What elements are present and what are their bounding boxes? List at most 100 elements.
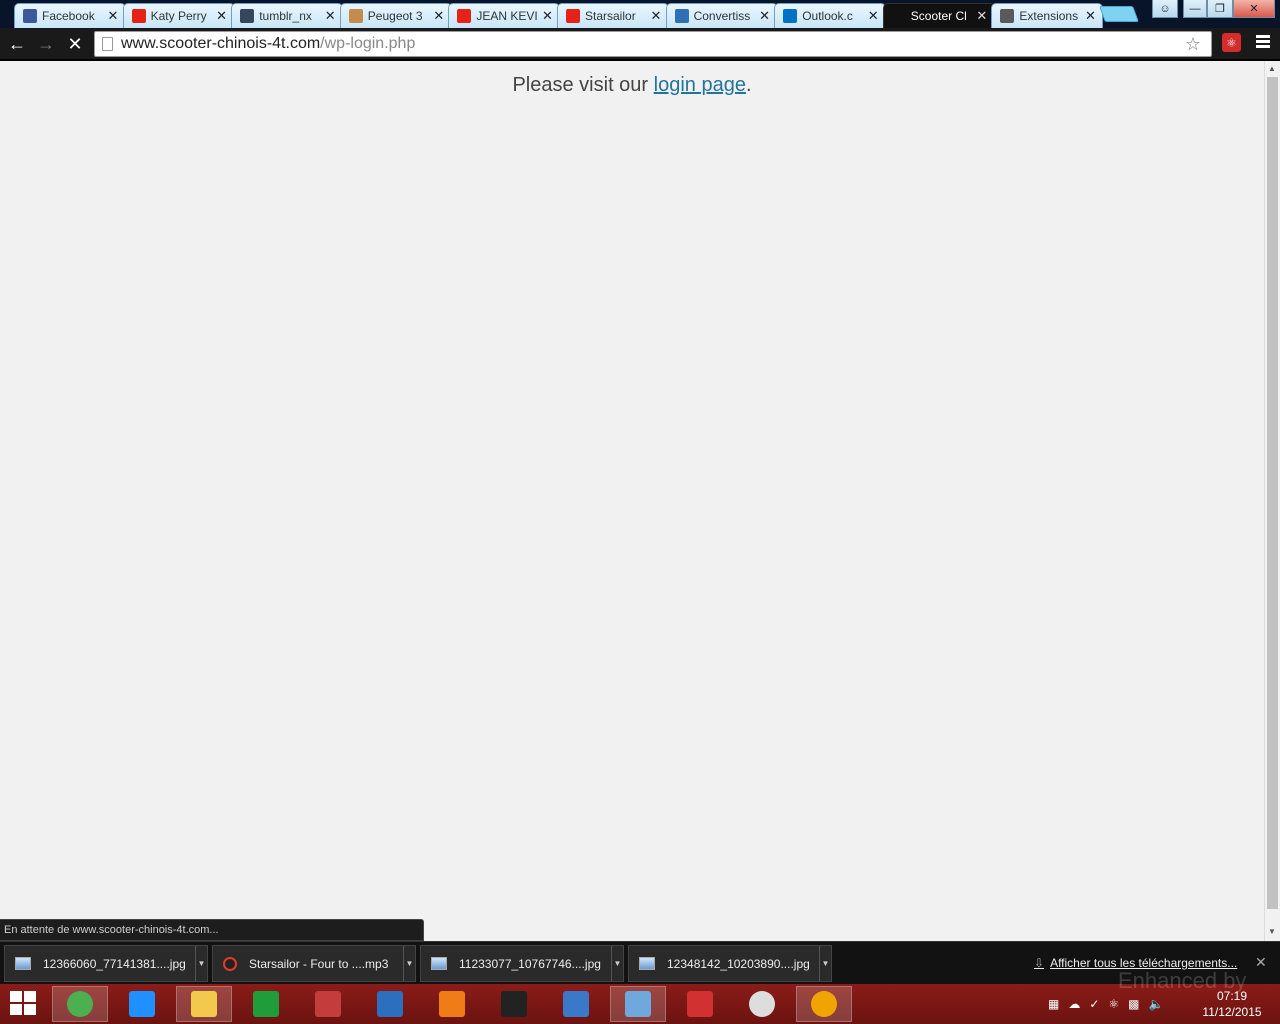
- download-filename: Starsailor - Four to ....mp3: [249, 956, 389, 971]
- tab-8[interactable]: Scooter Cl ✕: [882, 3, 995, 28]
- taskbar-app-8[interactable]: [548, 986, 604, 1022]
- download-item[interactable]: 12348142_10203890....jpg ▼: [628, 945, 832, 982]
- tab-0[interactable]: Facebook ✕: [14, 3, 126, 28]
- tab-2[interactable]: tumblr_nx ✕: [231, 3, 344, 28]
- acrobat-tray-icon[interactable]: ⚛: [1108, 997, 1119, 1011]
- tab-title: Convertiss: [693, 9, 751, 23]
- page-content: Please visit our login page.: [0, 61, 1264, 941]
- volume-icon[interactable]: 🔈: [1149, 997, 1164, 1011]
- download-menu-arrow-icon[interactable]: ▼: [819, 946, 831, 981]
- loading-icon: [891, 9, 906, 23]
- network-icon[interactable]: ▩: [1128, 997, 1139, 1011]
- back-button[interactable]: ←: [5, 32, 29, 56]
- tab-7[interactable]: Outlook.c ✕: [774, 3, 887, 28]
- taskbar-app-7[interactable]: [486, 986, 542, 1022]
- tab-close-icon[interactable]: ✕: [216, 8, 228, 24]
- taskbar-app-1[interactable]: [114, 986, 170, 1022]
- tab-close-icon[interactable]: ✕: [867, 8, 879, 24]
- avast-icon: [811, 991, 837, 1017]
- download-filename: 11233077_10767746....jpg: [459, 956, 601, 971]
- minimize-button[interactable]: —: [1183, 0, 1207, 18]
- download-menu-arrow-icon[interactable]: ▼: [403, 946, 415, 981]
- close-window-button[interactable]: ✕: [1233, 0, 1275, 18]
- scroll-up-icon[interactable]: ▲: [1268, 64, 1276, 73]
- extension-icon[interactable]: ⚛: [1222, 33, 1241, 52]
- scroll-thumb[interactable]: [1267, 77, 1278, 909]
- tab-close-icon[interactable]: ✕: [433, 8, 445, 24]
- download-filename: 12366060_77141381....jpg: [43, 956, 186, 971]
- taskbar-app-10[interactable]: [672, 986, 728, 1022]
- tab-close-icon[interactable]: ✕: [759, 8, 771, 24]
- vertical-scrollbar[interactable]: ▲ ▼: [1264, 61, 1280, 941]
- watermark: Enhanced by: [1118, 968, 1247, 993]
- taskbar-app-6[interactable]: [424, 986, 480, 1022]
- start-button[interactable]: [10, 991, 38, 1017]
- tab-close-icon[interactable]: ✕: [650, 8, 662, 24]
- forward-button[interactable]: →: [34, 32, 58, 56]
- bookmark-star-icon[interactable]: ☆: [1185, 34, 1201, 55]
- download-menu-arrow-icon[interactable]: ▼: [611, 946, 623, 981]
- tab-title: JEAN KEVI: [476, 9, 538, 23]
- file-explorer-icon: [191, 991, 217, 1017]
- taskbar-app-5[interactable]: [362, 986, 418, 1022]
- scroll-down-icon[interactable]: ▼: [1268, 927, 1276, 936]
- facebook-icon: [23, 9, 37, 23]
- taskbar-app-0[interactable]: [52, 986, 108, 1022]
- tab-9[interactable]: Extensions ✕: [991, 3, 1104, 28]
- message-text: Please visit our: [512, 74, 654, 96]
- taskbar-app-12[interactable]: [796, 986, 852, 1022]
- audio-file-icon: [223, 956, 237, 971]
- paint-icon: [625, 991, 651, 1017]
- security-icon[interactable]: ✓: [1089, 997, 1099, 1011]
- tab-4[interactable]: JEAN KEVI ✕: [448, 3, 561, 28]
- forward-arrow-icon: →: [37, 33, 55, 54]
- login-page-link[interactable]: login page: [654, 74, 746, 96]
- restore-button[interactable]: ❐: [1207, 0, 1233, 18]
- tab-close-icon[interactable]: ✕: [107, 8, 119, 24]
- taskbar-app-11[interactable]: [734, 986, 790, 1022]
- close-icon: ✕: [1249, 3, 1259, 15]
- download-menu-arrow-icon[interactable]: ▼: [195, 946, 207, 981]
- taskbar-app-3[interactable]: [238, 986, 294, 1022]
- tab-1[interactable]: Katy Perry ✕: [122, 3, 235, 28]
- action-center-icon[interactable]: ▦: [1048, 997, 1059, 1011]
- tab-close-icon[interactable]: ✕: [324, 8, 336, 24]
- tab-6[interactable]: Convertiss ✕: [665, 3, 778, 28]
- snipping-tool-icon: [315, 991, 341, 1017]
- taskbar-app-9[interactable]: [610, 986, 666, 1022]
- download-item[interactable]: 11233077_10767746....jpg ▼: [420, 945, 624, 982]
- download-item[interactable]: Starsailor - Four to ....mp3 ▼: [212, 945, 416, 982]
- image-file-icon: [639, 957, 655, 970]
- tab-close-icon[interactable]: ✕: [1084, 8, 1096, 24]
- profile-button[interactable]: ☺: [1152, 0, 1178, 18]
- stop-loading-button[interactable]: ✕: [63, 32, 87, 56]
- address-bar[interactable]: www.scooter-chinois-4t.com/wp-login.php …: [94, 31, 1212, 57]
- tab-close-icon[interactable]: ✕: [976, 8, 988, 24]
- taskbar-app-4[interactable]: [300, 986, 356, 1022]
- taskbar-app-2[interactable]: [176, 986, 232, 1022]
- acrobat-icon: ⚛: [1226, 35, 1237, 50]
- status-bubble: En attente de www.scooter-chinois-4t.com…: [0, 919, 424, 941]
- tab-close-icon[interactable]: ✕: [541, 8, 553, 24]
- tab-title: Facebook: [42, 9, 95, 23]
- new-tab-button[interactable]: [1099, 6, 1139, 22]
- download-icon: ⇩: [1034, 956, 1045, 970]
- windows-logo-icon: [10, 991, 22, 1002]
- chrome-menu-button[interactable]: [1256, 35, 1270, 49]
- car-icon: [501, 991, 527, 1017]
- tab-title: Peugeot 3: [367, 9, 423, 23]
- outlook-icon: [783, 9, 798, 23]
- notepad-icon: [563, 991, 589, 1017]
- tab-5[interactable]: Starsailor ✕: [557, 3, 669, 28]
- download-item[interactable]: 12366060_77141381....jpg ▼: [4, 945, 208, 982]
- tumblr-icon: [240, 9, 255, 23]
- image-file-icon: [431, 957, 447, 970]
- user-icon: ☺: [1159, 2, 1171, 15]
- back-arrow-icon: ←: [8, 33, 26, 54]
- store-icon: [253, 991, 279, 1017]
- onedrive-icon[interactable]: ☁: [1068, 997, 1080, 1011]
- image-file-icon: [15, 957, 31, 970]
- tab-3[interactable]: Peugeot 3 ✕: [339, 3, 452, 28]
- hamburger-icon: [1256, 35, 1270, 38]
- compass-icon: [749, 991, 775, 1017]
